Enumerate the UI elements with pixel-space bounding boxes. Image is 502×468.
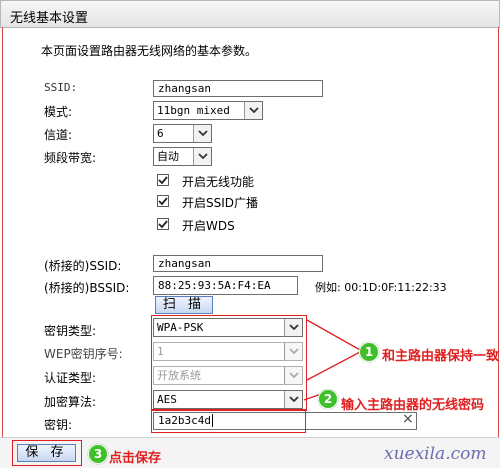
enable-wireless-checkbox[interactable] (157, 174, 169, 186)
mode-value: 11bgn mixed (157, 104, 230, 117)
highlight-box-security (151, 315, 307, 411)
annotation-text-2: 输入主路由器的无线密码 (341, 398, 485, 413)
check-icon (158, 175, 168, 184)
bandwidth-value: 自动 (157, 150, 179, 163)
key-type-label: 密钥类型: (44, 324, 97, 338)
section-title: 无线基本设置 (10, 11, 89, 26)
bssid-example-text: 例如: 00:1D:0F:11:22:33 (315, 281, 447, 294)
bridge-bssid-input[interactable]: 88:25:93:5A:F4:EA (153, 276, 298, 295)
channel-label: 信道: (44, 128, 73, 142)
annotation-badge-3: 3 (88, 444, 108, 464)
ssid-broadcast-checkbox[interactable] (157, 195, 169, 207)
annotation-badge-1: 1 (359, 342, 379, 362)
chevron-down-icon (244, 102, 262, 119)
clear-icon[interactable]: × (402, 411, 414, 427)
channel-select[interactable]: 6 (153, 124, 212, 143)
annotation-badge-2: 2 (318, 389, 338, 409)
save-button[interactable]: 保 存 (17, 444, 76, 462)
mode-select[interactable]: 11bgn mixed (153, 101, 263, 120)
wep-index-label: WEP密钥序号: (44, 347, 123, 361)
check-icon (158, 219, 168, 228)
enable-wds-checkbox[interactable] (157, 218, 169, 230)
auth-type-label: 认证类型: (44, 371, 97, 385)
ssid-input[interactable]: zhangsan (153, 80, 323, 97)
chevron-down-icon (193, 125, 211, 142)
bridge-ssid-input[interactable]: zhangsan (153, 255, 323, 272)
intro-text: 本页面设置路由器无线网络的基本参数。 (41, 44, 258, 58)
mode-label: 模式: (44, 105, 73, 119)
section-header: 无线基本设置 (0, 0, 500, 28)
key-label: 密钥: (44, 418, 73, 432)
check-icon (158, 196, 168, 205)
channel-value: 6 (157, 127, 164, 140)
bandwidth-label: 频段带宽: (44, 151, 97, 165)
watermark: xuexila.com (384, 444, 487, 464)
annotation-text-1: 和主路由器保持一致 (382, 349, 500, 364)
bridge-bssid-label: (桥接的)BSSID: (44, 281, 130, 295)
encryption-label: 加密算法: (44, 395, 97, 409)
chevron-down-icon (193, 148, 211, 165)
annotation-text-3: 点击保存 (109, 451, 162, 466)
enable-wireless-label: 开启无线功能 (182, 175, 255, 189)
enable-wds-label: 开启WDS (182, 219, 235, 233)
ssid-broadcast-label: 开启SSID广播 (182, 196, 259, 210)
bridge-ssid-label: (桥接的)SSID: (44, 259, 122, 273)
bandwidth-select[interactable]: 自动 (153, 147, 212, 166)
scan-button[interactable]: 扫 描 (155, 296, 213, 314)
ssid-label: SSID: (44, 81, 78, 94)
highlight-box-key (151, 409, 306, 433)
